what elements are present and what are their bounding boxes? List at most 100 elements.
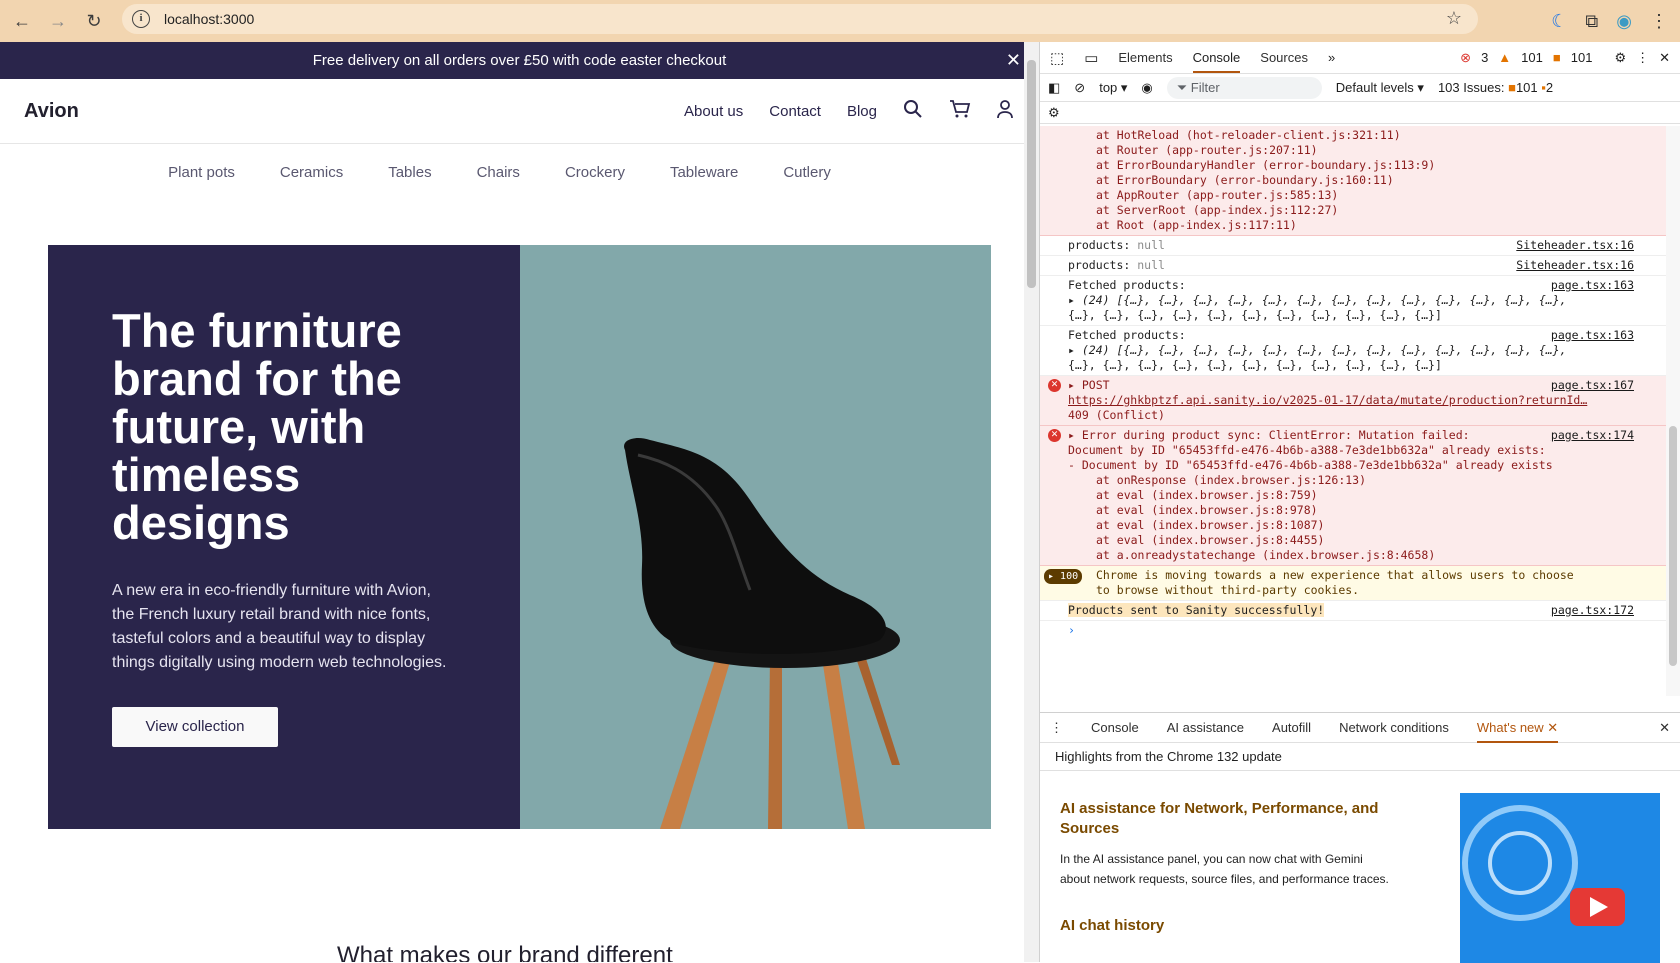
sidebar-toggle-icon[interactable]: ◧ (1048, 80, 1060, 96)
back-icon[interactable]: ← (8, 7, 36, 35)
forward-icon[interactable]: → (44, 7, 72, 35)
whats-new-title[interactable]: AI assistance for Network, Performance, … (1060, 799, 1420, 839)
stack-line[interactable]: at ErrorBoundary (error-boundary.js:160:… (1068, 173, 1632, 188)
video-thumbnail[interactable] (1460, 793, 1660, 963)
source-link[interactable]: Siteheader.tsx:16 (1516, 258, 1634, 273)
extensions-icon[interactable]: ⧉ (1585, 11, 1598, 32)
error-count[interactable]: 3 (1481, 50, 1488, 65)
context-selector[interactable]: top ▾ (1099, 80, 1127, 96)
category-crockery[interactable]: Crockery (565, 164, 625, 181)
more-tabs-icon[interactable]: » (1328, 50, 1335, 65)
source-link[interactable]: page.tsx:163 (1551, 278, 1634, 293)
expand-triangle-icon[interactable]: ▸ (1068, 343, 1082, 357)
issue-count-icon[interactable]: ■ (1553, 50, 1561, 65)
browser-menu-icon[interactable]: ⋮ (1650, 11, 1668, 32)
category-chairs[interactable]: Chairs (477, 164, 520, 181)
drawer-tab-ai-assistance[interactable]: AI assistance (1167, 720, 1244, 735)
profile-avatar-icon[interactable]: ◉ (1616, 11, 1632, 32)
stack-line[interactable]: at Root (app-index.js:117:11) (1068, 218, 1632, 233)
stack-line[interactable]: at HotReload (hot-reloader-client.js:321… (1068, 128, 1632, 143)
log-levels-dropdown[interactable]: Default levels ▾ (1336, 80, 1424, 96)
close-devtools-icon[interactable]: ✕ (1659, 50, 1670, 66)
nav-link-blog[interactable]: Blog (847, 103, 877, 120)
console-prompt[interactable]: › (1040, 621, 1666, 640)
address-bar[interactable]: i localhost:3000 ☆ (122, 4, 1478, 34)
console-cookie-notice: ▸ 100 Chrome is moving towards a new exp… (1040, 566, 1666, 601)
filter-input[interactable]: ⏷ Filter (1166, 76, 1322, 99)
devtools-menu-icon[interactable]: ⋮ (1636, 50, 1649, 66)
source-link[interactable]: page.tsx:167 (1551, 378, 1634, 393)
stack-line[interactable]: at eval (index.browser.js:8:978) (1068, 503, 1632, 518)
settings-gear-icon[interactable]: ⚙ (1614, 50, 1626, 66)
info-count[interactable]: 101 (1571, 50, 1593, 65)
bookmark-star-icon[interactable]: ☆ (1446, 8, 1462, 29)
whats-new-title[interactable]: AI chat history (1060, 917, 1164, 934)
nav-link-contact[interactable]: Contact (769, 103, 821, 120)
warning-count-icon[interactable]: ▲ (1498, 50, 1511, 65)
expandable-array[interactable]: ▸ (24) [{…}, {…}, {…}, {…}, {…}, {…}, {…… (1068, 343, 1632, 358)
close-icon[interactable]: ✕ (1006, 50, 1021, 71)
source-link[interactable]: page.tsx:172 (1551, 603, 1634, 618)
page-scrollbar[interactable] (1024, 42, 1039, 962)
url-text[interactable]: localhost:3000 (164, 11, 254, 27)
expand-triangle-icon[interactable]: ▸ (1068, 293, 1082, 307)
drawer-tab-console[interactable]: Console (1091, 720, 1139, 735)
devtools-tabbar: ⬚ ▭ Elements Console Sources » ⊗ 3 ▲ 101… (1040, 42, 1680, 74)
site-logo[interactable]: Avion (24, 100, 79, 123)
console-settings-icon[interactable]: ⚙ (1048, 105, 1060, 121)
request-url-link[interactable]: https://ghkbptzf.api.sanity.io/v2025-01-… (1068, 393, 1632, 408)
stack-line[interactable]: at onResponse (index.browser.js:126:13) (1068, 473, 1632, 488)
error-icon: ✕ (1048, 379, 1061, 392)
promo-banner: Free delivery on all orders over £50 wit… (0, 42, 1039, 79)
expandable-array[interactable]: ▸ (24) [{…}, {…}, {…}, {…}, {…}, {…}, {…… (1068, 293, 1632, 308)
drawer-tab-network-conditions[interactable]: Network conditions (1339, 720, 1449, 735)
site-info-icon[interactable]: i (132, 10, 150, 28)
reload-icon[interactable]: ↻ (80, 7, 108, 35)
stack-line[interactable]: at a.onreadystatechange (index.browser.j… (1068, 548, 1632, 563)
stack-line[interactable]: at ServerRoot (app-index.js:112:27) (1068, 203, 1632, 218)
notice-text: to browse without third-party cookies. (1096, 583, 1360, 597)
cart-icon[interactable] (949, 99, 971, 124)
expand-triangle-icon[interactable]: ▸ (1068, 428, 1082, 442)
tab-console[interactable]: Console (1192, 50, 1241, 73)
nav-link-about[interactable]: About us (684, 103, 743, 120)
source-link[interactable]: page.tsx:174 (1551, 428, 1634, 443)
category-plant-pots[interactable]: Plant pots (168, 164, 235, 181)
live-expression-icon[interactable]: ◉ (1141, 80, 1152, 96)
source-link[interactable]: page.tsx:163 (1551, 328, 1634, 343)
device-toolbar-icon[interactable]: ▭ (1084, 49, 1098, 67)
issues-info-count: 2 (1545, 80, 1554, 95)
category-cutlery[interactable]: Cutlery (783, 164, 831, 181)
view-collection-button[interactable]: View collection (112, 707, 278, 747)
tab-elements[interactable]: Elements (1118, 50, 1172, 65)
stack-line[interactable]: at eval (index.browser.js:8:1087) (1068, 518, 1632, 533)
drawer-menu-icon[interactable]: ⋮ (1050, 720, 1063, 736)
inspect-element-icon[interactable]: ⬚ (1050, 49, 1064, 67)
tab-sources[interactable]: Sources (1260, 50, 1308, 65)
source-link[interactable]: Siteheader.tsx:16 (1516, 238, 1634, 253)
search-icon[interactable] (903, 99, 923, 124)
stack-line[interactable]: at eval (index.browser.js:8:759) (1068, 488, 1632, 503)
success-message: Products sent to Sanity successfully! (1068, 603, 1325, 617)
error-count-icon[interactable]: ⊗ (1460, 50, 1471, 66)
error-icon: ✕ (1048, 429, 1061, 442)
close-drawer-icon[interactable]: ✕ (1659, 720, 1670, 736)
stack-line[interactable]: at eval (index.browser.js:8:4455) (1068, 533, 1632, 548)
stack-line[interactable]: at AppRouter (app-router.js:585:13) (1068, 188, 1632, 203)
drawer-tab-autofill[interactable]: Autofill (1272, 720, 1311, 735)
clear-console-icon[interactable]: ⊘ (1074, 80, 1085, 96)
hero-description: A new era in eco-friendly furniture with… (112, 582, 447, 671)
issues-summary[interactable]: 103 Issues: ■101 ▪2 (1438, 80, 1553, 95)
dark-mode-icon[interactable]: ☾ (1551, 11, 1567, 32)
console-scrollbar[interactable] (1666, 126, 1680, 696)
stack-line[interactable]: at ErrorBoundaryHandler (error-boundary.… (1068, 158, 1632, 173)
category-tableware[interactable]: Tableware (670, 164, 738, 181)
expand-triangle-icon[interactable]: ▸ (1068, 378, 1082, 392)
user-icon[interactable] (995, 99, 1015, 124)
stack-line[interactable]: at Router (app-router.js:207:11) (1068, 143, 1632, 158)
console-log: Fetched products: page.tsx:163 ▸ (24) [{… (1040, 326, 1666, 376)
drawer-tab-whats-new[interactable]: What's new ✕ (1476, 720, 1559, 743)
category-ceramics[interactable]: Ceramics (280, 164, 343, 181)
category-tables[interactable]: Tables (388, 164, 431, 181)
warning-count[interactable]: 101 (1521, 50, 1543, 65)
